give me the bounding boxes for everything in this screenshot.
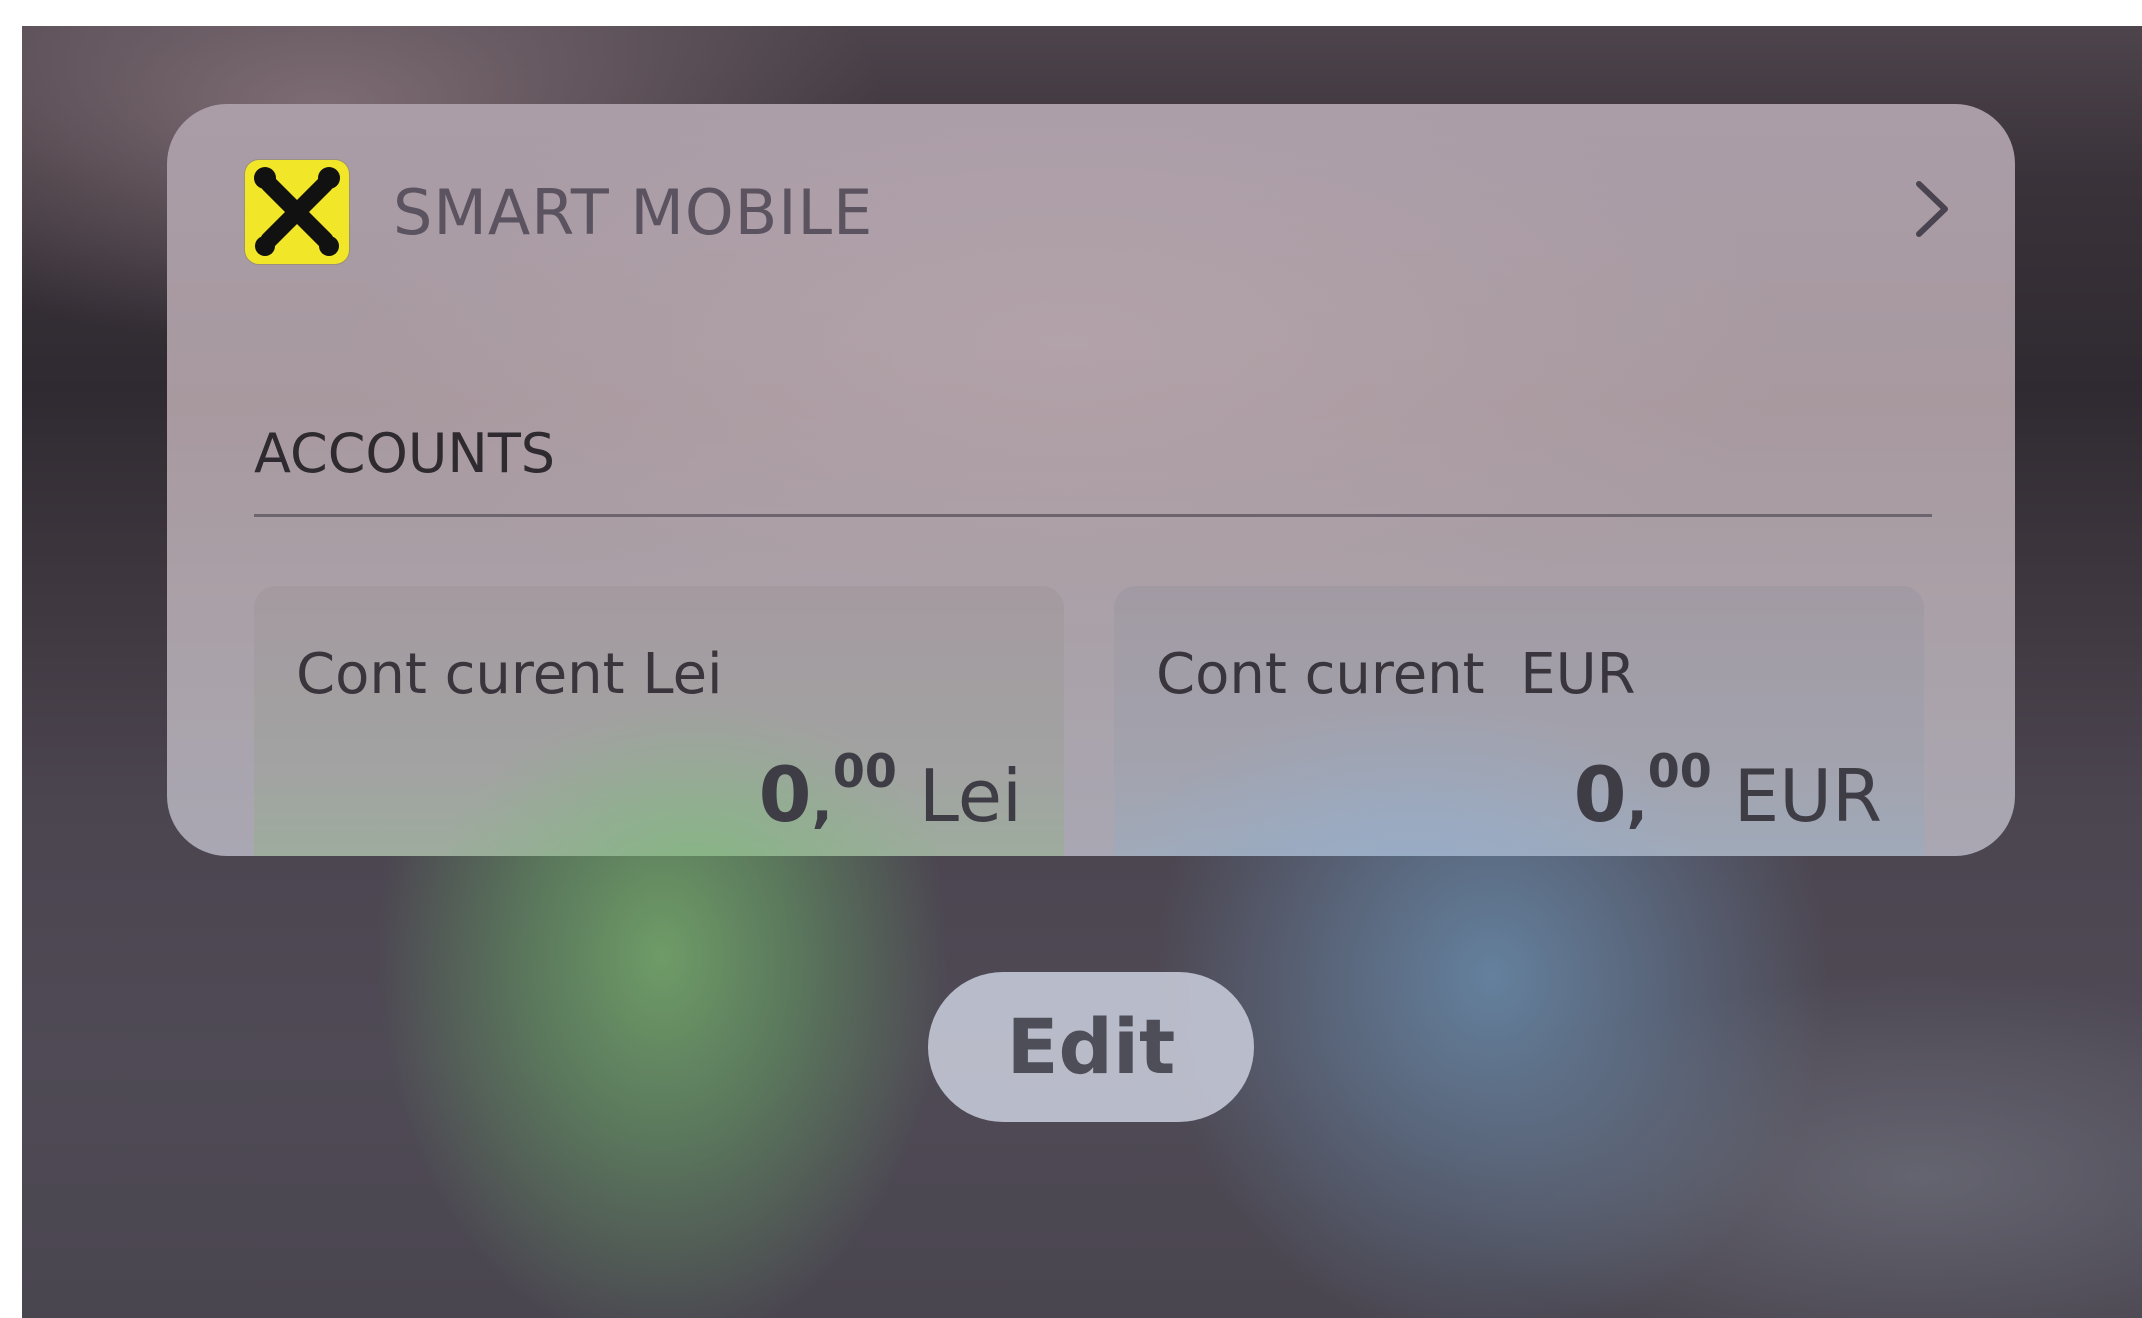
balance-separator: , [811,770,833,835]
balance-integer: 0 [1573,750,1627,839]
edit-button[interactable]: Edit [928,972,1254,1122]
account-balance: 0,00 EUR [1574,744,1882,839]
balance-decimal: 00 [832,744,897,798]
chevron-right-icon[interactable] [1907,174,1957,244]
home-screen-background: SMART MOBILE ACCOUNTS Cont curent Lei 0,… [22,26,2142,1318]
raiffeisen-logo-icon [245,160,349,264]
account-balance: 0,00 Lei [759,744,1022,839]
widget-header[interactable]: SMART MOBILE [167,104,2015,314]
account-card-lei[interactable]: Cont curent Lei 0,00 Lei [254,586,1064,856]
smart-mobile-widget[interactable]: SMART MOBILE ACCOUNTS Cont curent Lei 0,… [167,104,2015,856]
balance-currency: Lei [918,754,1022,838]
balance-integer: 0 [758,750,812,839]
section-divider [254,514,1932,517]
widget-app-name: SMART MOBILE [393,176,874,249]
balance-decimal: 00 [1647,744,1712,798]
account-name: Cont curent EUR [1156,642,1636,707]
balance-currency: EUR [1733,754,1882,838]
balance-separator: , [1626,770,1648,835]
account-card-eur[interactable]: Cont curent EUR 0,00 EUR [1114,586,1924,856]
accounts-section-title: ACCOUNTS [254,422,556,485]
account-name: Cont curent Lei [296,642,723,707]
